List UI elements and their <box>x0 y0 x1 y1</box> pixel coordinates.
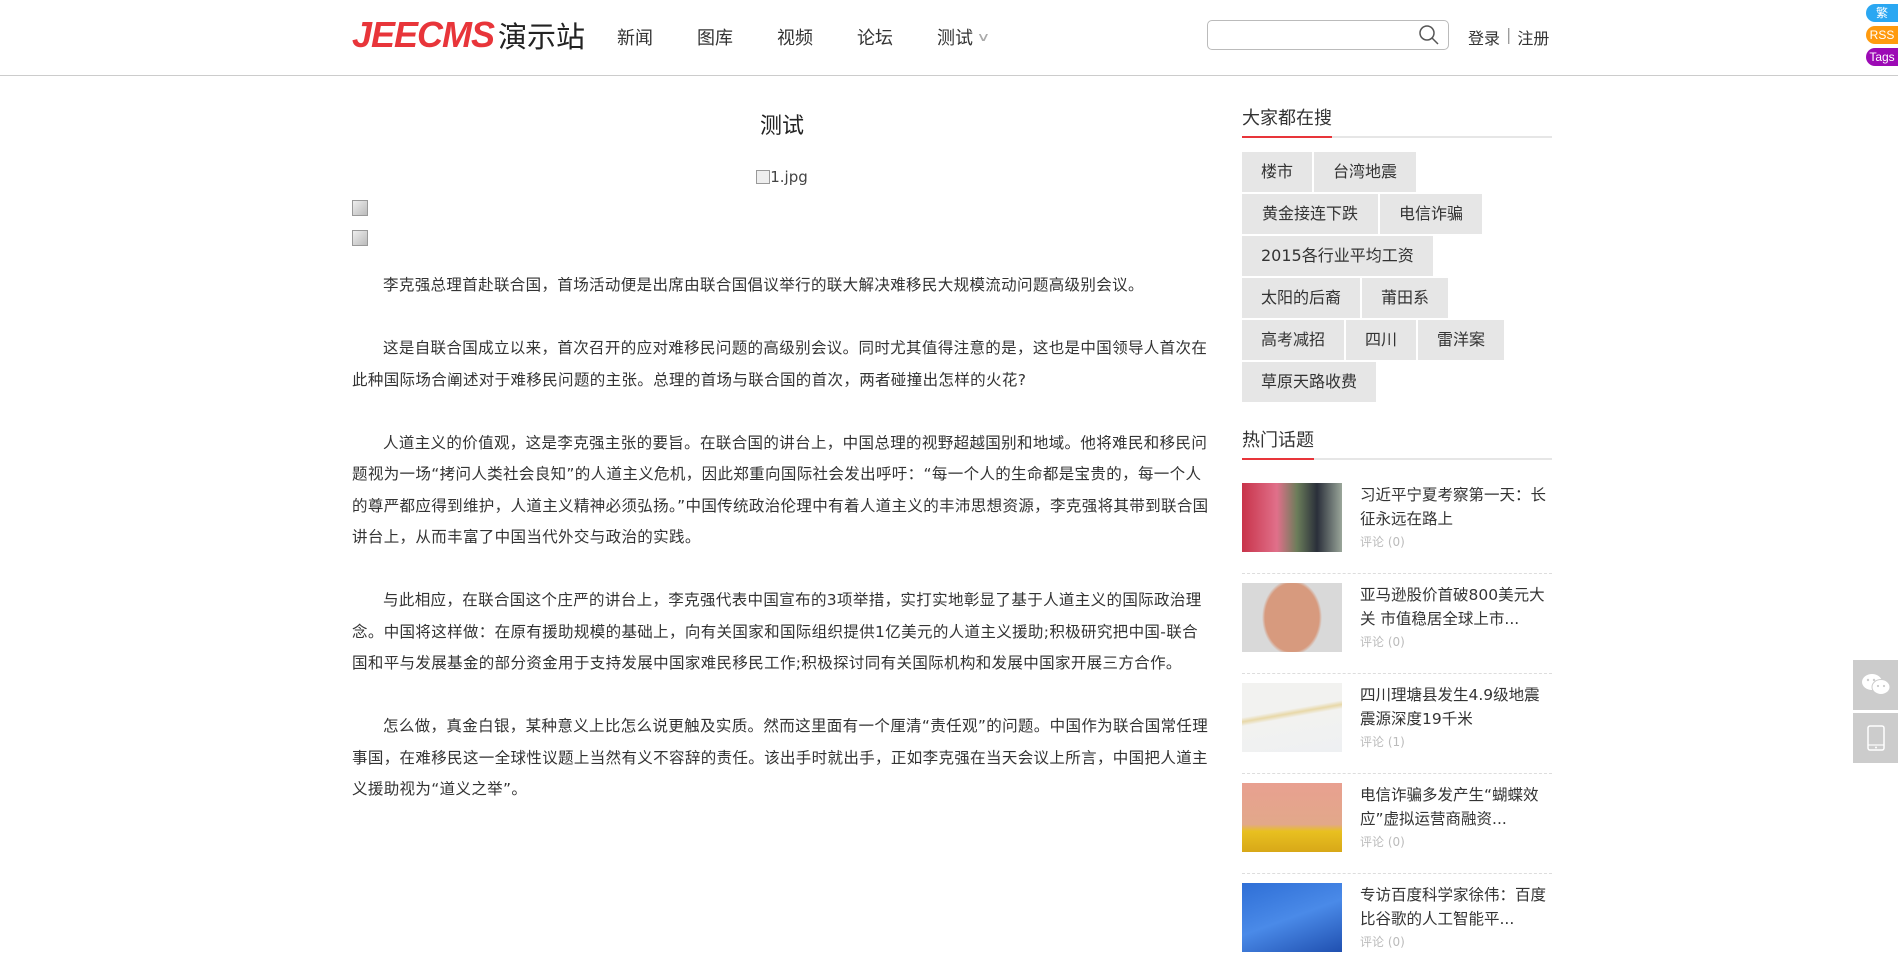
comment-count: 评论 (0) <box>1360 535 1405 549</box>
article-title: 测试 <box>759 114 804 139</box>
logo-text: JEECMS <box>352 14 495 55</box>
tags-button[interactable]: Tags <box>1866 48 1898 66</box>
tag-link[interactable]: 草原天路收费 <box>1242 362 1377 402</box>
nav-forum[interactable]: 论坛 <box>857 24 893 50</box>
auth-links: 登录 | 注册 <box>1468 25 1549 49</box>
nav-gallery[interactable]: 图库 <box>697 24 733 50</box>
broken-image-icon <box>352 230 368 246</box>
list-item[interactable]: 四川理塘县发生4.9级地震 震源深度19千米评论 (1) <box>1242 674 1552 774</box>
image-alt-text: 1.jpg <box>770 168 808 186</box>
tag-link[interactable]: 高考减招 <box>1242 320 1345 360</box>
topic-title[interactable]: 四川理塘县发生4.9级地震 震源深度19千米 <box>1360 683 1552 731</box>
topic-title[interactable]: 专访百度科学家徐伟：百度比谷歌的人工智能平... <box>1360 883 1552 931</box>
header: JEECMS 演示站 新闻 图库 视频 论坛 测试 ∨ 登录 | 注册 <box>0 0 1898 76</box>
chevron-down-icon: ∨ <box>976 30 991 44</box>
nav-test[interactable]: 测试 ∨ <box>937 24 991 50</box>
tag-link[interactable]: 台湾地震 <box>1314 152 1417 192</box>
paragraph: 怎么做，真金白银，某种意义上比怎么说更触及实质。然而这里面有一个厘清“责任观”的… <box>352 717 1209 798</box>
mobile-button[interactable] <box>1853 713 1898 763</box>
nav-label: 新闻 <box>617 28 653 49</box>
thumbnail[interactable] <box>1242 683 1342 752</box>
paragraph: 李克强总理首赴联合国，首场活动便是出席由联合国倡议举行的联大解决难移民大规模流动… <box>383 276 1144 294</box>
comment-count: 评论 (0) <box>1360 935 1405 949</box>
nav-video[interactable]: 视频 <box>777 24 813 50</box>
nav-label: 视频 <box>777 28 813 49</box>
tag-link[interactable]: 黄金接连下跌 <box>1242 194 1379 234</box>
sidebar: 大家都在搜 楼市 台湾地震 黄金接连下跌 电信诈骗 2015各行业平均工资 太阳… <box>1242 104 1552 974</box>
hot-topic-list: 习近平宁夏考察第一天：长征永远在路上评论 (0) 亚马逊股价首破800美元大关 … <box>1242 474 1552 974</box>
popular-search-title: 大家都在搜 <box>1242 104 1332 138</box>
mobile-icon <box>1866 725 1885 751</box>
thumbnail[interactable] <box>1242 483 1342 552</box>
tag-link[interactable]: 四川 <box>1346 320 1417 360</box>
wechat-button[interactable] <box>1853 660 1898 710</box>
tag-link[interactable]: 电信诈骗 <box>1380 194 1483 234</box>
tag-link[interactable]: 雷洋案 <box>1418 320 1505 360</box>
thumbnail[interactable] <box>1242 583 1342 652</box>
tag-link[interactable]: 莆田系 <box>1362 278 1449 318</box>
paragraph: 这是自联合国成立以来，首次召开的应对难移民问题的高级别会议。同时尤其值得注意的是… <box>352 339 1208 389</box>
tag-cloud: 楼市 台湾地震 黄金接连下跌 电信诈骗 2015各行业平均工资 太阳的后裔 莆田… <box>1242 152 1552 402</box>
section-header: 大家都在搜 <box>1242 104 1552 138</box>
search-input[interactable] <box>1214 21 1414 49</box>
nav-news[interactable]: 新闻 <box>617 24 653 50</box>
article-body: 李克强总理首赴联合国，首场活动便是出席由联合国倡议举行的联大解决难移民大规模流动… <box>352 270 1212 806</box>
comment-count: 评论 (0) <box>1360 835 1405 849</box>
logo[interactable]: JEECMS 演示站 <box>352 14 585 56</box>
list-item[interactable]: 习近平宁夏考察第一天：长征永远在路上评论 (0) <box>1242 474 1552 574</box>
thumbnail[interactable] <box>1242 783 1342 852</box>
logo-subtitle: 演示站 <box>498 20 586 54</box>
rss-button[interactable]: RSS <box>1866 26 1898 44</box>
paragraph: 与此相应，在联合国这个庄严的讲台上，李克强代表中国宣布的3项举措，实打实地彰显了… <box>352 591 1202 672</box>
separator: | <box>1506 25 1512 44</box>
list-item[interactable]: 专访百度科学家徐伟：百度比谷歌的人工智能平... 评论 (0) <box>1242 874 1552 974</box>
main-nav: 新闻 图库 视频 论坛 测试 ∨ <box>617 24 1032 50</box>
thumbnail[interactable] <box>1242 883 1342 952</box>
article: 测试 1.jpg 李克强总理首赴联合国，首场活动便是出席由联合国倡议举行的联大解… <box>352 76 1212 837</box>
register-link[interactable]: 注册 <box>1517 25 1549 49</box>
search-icon[interactable] <box>1418 24 1440 46</box>
search-box <box>1207 20 1449 50</box>
traditional-chinese-button[interactable]: 繁 <box>1866 4 1898 22</box>
comment-count: 评论 (1) <box>1360 735 1405 749</box>
topic-title[interactable]: 亚马逊股价首破800美元大关 市值稳居全球上市... <box>1360 583 1552 631</box>
list-item[interactable]: 亚马逊股价首破800美元大关 市值稳居全球上市... 评论 (0) <box>1242 574 1552 674</box>
side-badges: 繁 RSS Tags <box>1866 4 1898 70</box>
article-image: 1.jpg <box>352 168 1212 186</box>
tag-link[interactable]: 2015各行业平均工资 <box>1242 236 1433 276</box>
broken-image-icon <box>756 170 771 184</box>
topic-title[interactable]: 习近平宁夏考察第一天：长征永远在路上 <box>1360 483 1552 531</box>
section-header: 热门话题 <box>1242 426 1552 460</box>
comment-count: 评论 (0) <box>1360 635 1405 649</box>
paragraph: 人道主义的价值观，这是李克强主张的要旨。在联合国的讲台上，中国总理的视野超越国别… <box>352 433 1209 547</box>
nav-label: 论坛 <box>857 28 893 49</box>
login-link[interactable]: 登录 <box>1468 25 1500 49</box>
tag-link[interactable]: 楼市 <box>1242 152 1313 192</box>
list-item[interactable]: 电信诈骗多发产生“蝴蝶效应”虚拟运营商融资... 评论 (0) <box>1242 774 1552 874</box>
broken-image-icon <box>352 200 368 216</box>
wechat-icon <box>1861 674 1890 695</box>
hot-topics-title: 热门话题 <box>1242 426 1314 460</box>
nav-label: 测试 <box>937 28 973 49</box>
nav-label: 图库 <box>697 28 733 49</box>
tag-link[interactable]: 太阳的后裔 <box>1242 278 1361 318</box>
topic-title[interactable]: 电信诈骗多发产生“蝴蝶效应”虚拟运营商融资... <box>1360 783 1552 831</box>
